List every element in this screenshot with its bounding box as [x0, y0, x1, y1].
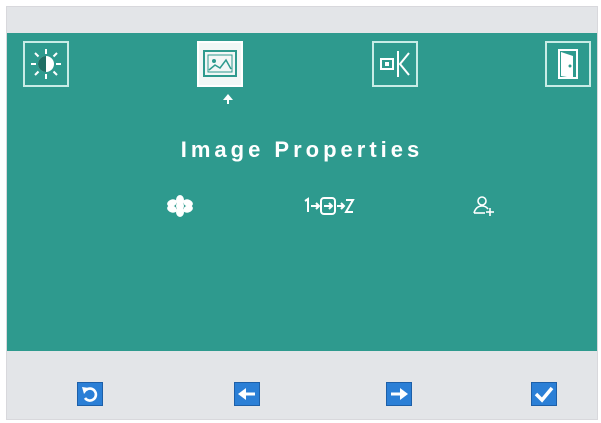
- arrow-left-icon: [238, 388, 255, 400]
- undo-button[interactable]: [77, 382, 103, 406]
- confirm-button[interactable]: [531, 382, 557, 406]
- tab-image-properties[interactable]: [197, 41, 243, 87]
- menu-title: Image Properties: [180, 137, 424, 162]
- arrow-left-button[interactable]: [234, 382, 260, 406]
- exit-icon: [558, 49, 578, 79]
- top-bezel: [7, 7, 597, 33]
- selection-pointer-icon: [222, 90, 234, 104]
- checkmark-icon: [534, 386, 554, 403]
- button-bar: [7, 351, 597, 419]
- snowflake-icon: [167, 195, 193, 217]
- tab-brightness[interactable]: [23, 41, 69, 87]
- signal-conversion-icon: [304, 197, 355, 215]
- signal-conversion-option[interactable]: [302, 195, 356, 217]
- input-source-icon: [380, 51, 410, 77]
- snowflake-option[interactable]: [165, 195, 195, 217]
- arrow-right-icon: [391, 388, 408, 400]
- monitor-screen: Image Properties: [6, 6, 598, 420]
- undo-icon: [82, 387, 98, 402]
- osd-menu: Image Properties: [7, 33, 597, 351]
- user-settings-option[interactable]: [469, 195, 497, 217]
- tab-exit[interactable]: [545, 41, 591, 87]
- arrow-right-button[interactable]: [386, 382, 412, 406]
- brightness-icon: [31, 49, 61, 79]
- user-settings-icon: [473, 196, 494, 216]
- image-properties-icon: [203, 50, 237, 77]
- tab-input-source[interactable]: [372, 41, 418, 87]
